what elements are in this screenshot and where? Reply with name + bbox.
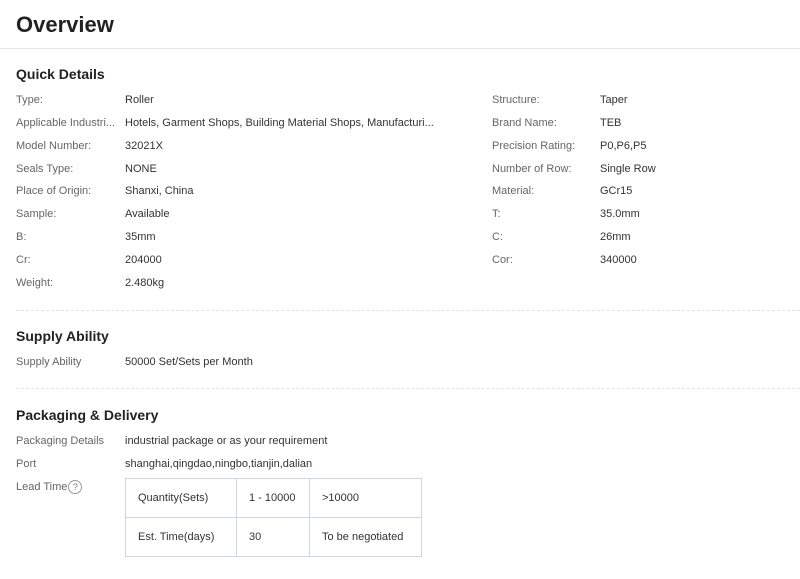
supply-ability-heading: Supply Ability bbox=[16, 328, 109, 344]
quick-details-heading: Quick Details bbox=[16, 66, 105, 82]
packaging-details-label: Packaging Details bbox=[16, 435, 105, 447]
table-cell: To be negotiated bbox=[309, 517, 422, 557]
brand-name-label: Brand Name: bbox=[492, 117, 557, 129]
section-divider bbox=[16, 310, 800, 311]
seals-type-label: Seals Type: bbox=[16, 163, 74, 175]
product-details-page: Overview Quick Details Type: Roller Appl… bbox=[0, 0, 800, 579]
cor-label: Cor: bbox=[492, 254, 513, 266]
table-cell: Est. Time(days) bbox=[125, 517, 237, 557]
sample-label: Sample: bbox=[16, 208, 57, 220]
table-cell: Quantity(Sets) bbox=[125, 478, 237, 518]
place-of-origin-label: Place of Origin: bbox=[16, 185, 92, 197]
t-label: T: bbox=[492, 208, 501, 220]
c-label: C: bbox=[492, 231, 503, 243]
number-of-row-label: Number of Row: bbox=[492, 163, 572, 175]
structure-label: Structure: bbox=[492, 94, 540, 106]
lead-time-label: Lead Time bbox=[16, 481, 68, 493]
lead-time-table: Quantity(Sets) 1 - 10000 >10000 Est. Tim… bbox=[125, 478, 422, 557]
structure-value: Taper bbox=[600, 94, 628, 106]
table-cell: 30 bbox=[236, 517, 310, 557]
model-number-value: 32021X bbox=[125, 140, 163, 152]
applicable-industries-label: Applicable Industri... bbox=[16, 117, 116, 129]
help-icon[interactable]: ? bbox=[68, 480, 83, 495]
packaging-details-value: industrial package or as your requiremen… bbox=[125, 435, 328, 447]
b-label: B: bbox=[16, 231, 27, 243]
b-value: 35mm bbox=[125, 231, 156, 243]
material-label: Material: bbox=[492, 185, 535, 197]
type-value: Roller bbox=[125, 94, 154, 106]
port-value: shanghai,qingdao,ningbo,tianjin,dalian bbox=[125, 458, 313, 470]
supply-ability-value: 50000 Set/Sets per Month bbox=[125, 356, 253, 368]
weight-label: Weight: bbox=[16, 277, 54, 289]
table-row: Est. Time(days) 30 To be negotiated bbox=[125, 517, 422, 557]
brand-name-value: TEB bbox=[600, 117, 622, 129]
section-divider bbox=[16, 388, 800, 389]
precision-rating-label: Precision Rating: bbox=[492, 140, 576, 152]
type-label: Type: bbox=[16, 94, 43, 106]
cr-value: 204000 bbox=[125, 254, 162, 266]
material-value: GCr15 bbox=[600, 185, 633, 197]
port-label: Port bbox=[16, 458, 37, 470]
table-cell: >10000 bbox=[309, 478, 422, 518]
sample-value: Available bbox=[125, 208, 170, 220]
cor-value: 340000 bbox=[600, 254, 637, 266]
number-of-row-value: Single Row bbox=[600, 163, 656, 175]
t-value: 35.0mm bbox=[600, 208, 640, 220]
seals-type-value: NONE bbox=[125, 163, 157, 175]
weight-value: 2.480kg bbox=[125, 277, 165, 289]
model-number-label: Model Number: bbox=[16, 140, 92, 152]
lead-time-label-wrap: Lead Time? bbox=[16, 480, 122, 495]
table-row: Quantity(Sets) 1 - 10000 >10000 bbox=[125, 478, 422, 518]
packaging-delivery-heading: Packaging & Delivery bbox=[16, 407, 159, 423]
table-cell: 1 - 10000 bbox=[236, 478, 310, 518]
page-title: Overview bbox=[16, 12, 114, 37]
c-value: 26mm bbox=[600, 231, 631, 243]
precision-rating-value: P0,P6,P5 bbox=[600, 140, 647, 152]
overview-header: Overview bbox=[0, 0, 800, 49]
place-of-origin-value: Shanxi, China bbox=[125, 185, 194, 197]
cr-label: Cr: bbox=[16, 254, 31, 266]
supply-ability-label: Supply Ability bbox=[16, 356, 82, 368]
applicable-industries-value: Hotels, Garment Shops, Building Material… bbox=[125, 117, 434, 129]
